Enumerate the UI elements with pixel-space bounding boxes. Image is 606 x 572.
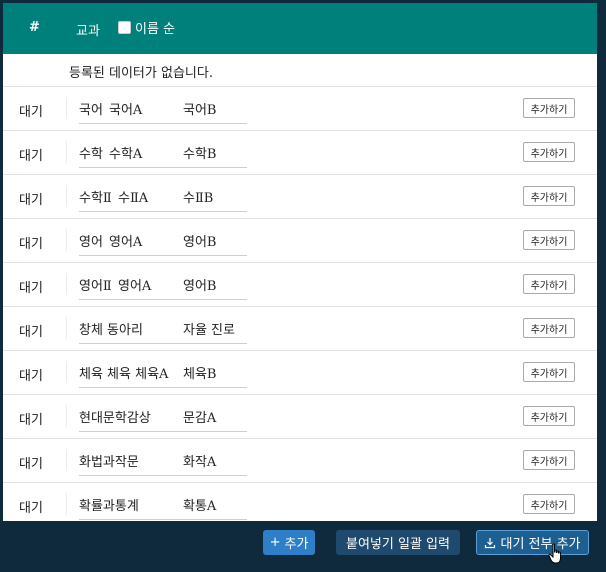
plus-icon: + bbox=[269, 535, 281, 550]
subject-input[interactable]: 확률과통계 확통A bbox=[79, 494, 247, 520]
add-row-button[interactable]: 추가하기 bbox=[523, 186, 575, 206]
table-body: 대기 국어 국어A 국어B 추가하기 대기 수학 수학A 수학B 추가하기 대기 수학Ⅱ 수ⅡA 수ⅡB 추… bbox=[3, 87, 597, 521]
row-status: 대기 bbox=[19, 105, 43, 120]
sort-label: 이름 순 bbox=[135, 22, 176, 37]
subject-name: 현대문학감상 bbox=[79, 411, 151, 426]
column-divider bbox=[66, 229, 67, 251]
paste-bulk-input-button[interactable]: 붙여넣기 일괄 입력 bbox=[336, 530, 460, 555]
table-row: 대기 영어 영어A 영어B 추가하기 bbox=[3, 219, 597, 263]
table-row: 대기 창체 동아리 자율 진로 추가하기 bbox=[3, 307, 597, 351]
footer-bar: + 추가 붙여넣기 일괄 입력 대기 전부 추가 bbox=[0, 521, 606, 572]
table-row: 대기 화법과작문 화작A 추가하기 bbox=[3, 439, 597, 483]
subject-code: 수학B bbox=[183, 147, 217, 162]
subject-input[interactable]: 화법과작문 화작A bbox=[79, 450, 247, 476]
sort-by-name-toggle[interactable]: 이름 순 bbox=[118, 18, 175, 37]
add-row-button[interactable]: 추가하기 bbox=[523, 142, 575, 162]
subject-input[interactable]: 영어 영어A 영어B bbox=[79, 230, 247, 256]
subject-name: 영어 bbox=[79, 235, 103, 250]
subject-name: 화법과작문 bbox=[79, 455, 139, 470]
subject-code: 확통A bbox=[183, 499, 217, 514]
column-divider bbox=[66, 317, 67, 339]
subject-name: 영어Ⅱ bbox=[79, 279, 112, 294]
add-button[interactable]: + 추가 bbox=[263, 530, 315, 555]
row-status: 대기 bbox=[19, 237, 43, 252]
subject-short: 영어A bbox=[118, 279, 152, 294]
row-status: 대기 bbox=[19, 501, 43, 516]
subject-code: 체육B bbox=[183, 367, 217, 382]
row-status: 대기 bbox=[19, 281, 43, 296]
add-row-button[interactable]: 추가하기 bbox=[523, 318, 575, 338]
column-number-header: # bbox=[29, 20, 40, 35]
subject-short: 수ⅡA bbox=[118, 191, 149, 206]
add-row-button[interactable]: 추가하기 bbox=[523, 406, 575, 426]
subject-code: 수ⅡB bbox=[183, 191, 214, 206]
add-row-button[interactable]: 추가하기 bbox=[523, 230, 575, 250]
add-all-waiting-button[interactable]: 대기 전부 추가 bbox=[476, 530, 589, 555]
row-status: 대기 bbox=[19, 369, 43, 384]
column-divider bbox=[66, 493, 67, 515]
subject-input[interactable]: 현대문학감상 문감A bbox=[79, 406, 247, 432]
row-status: 대기 bbox=[19, 325, 43, 340]
table-row: 대기 체육 체육 체육A 체육B 추가하기 bbox=[3, 351, 597, 395]
subject-input[interactable]: 영어Ⅱ 영어A 영어B bbox=[79, 274, 247, 300]
subject-name: 수학Ⅱ bbox=[79, 191, 112, 206]
table-row: 대기 수학 수학A 수학B 추가하기 bbox=[3, 131, 597, 175]
subject-code: 영어B bbox=[183, 279, 217, 294]
add-row-button[interactable]: 추가하기 bbox=[523, 98, 575, 118]
sort-checkbox[interactable] bbox=[118, 21, 131, 34]
paste-button-label: 붙여넣기 일괄 입력 bbox=[346, 537, 450, 552]
column-divider bbox=[66, 141, 67, 163]
column-divider bbox=[66, 185, 67, 207]
subject-table-panel: # 교과 이름 순 등록된 데이터가 없습니다. 대기 국어 국어A 국어B 추가하기 대… bbox=[3, 3, 597, 521]
subject-short: 영어A bbox=[109, 235, 143, 250]
row-status: 대기 bbox=[19, 457, 43, 472]
add-row-button[interactable]: 추가하기 bbox=[523, 450, 575, 470]
add-button-label: 추가 bbox=[284, 537, 309, 552]
subject-input[interactable]: 창체 동아리 자율 진로 bbox=[79, 318, 247, 344]
empty-state-row: 등록된 데이터가 없습니다. bbox=[3, 54, 597, 87]
column-divider bbox=[66, 97, 67, 119]
row-status: 대기 bbox=[19, 413, 43, 428]
row-status: 대기 bbox=[19, 149, 43, 164]
hand-pointer-cursor-icon bbox=[548, 543, 561, 564]
download-icon bbox=[485, 537, 496, 548]
subject-code: 문감A bbox=[183, 411, 217, 426]
column-divider bbox=[66, 405, 67, 427]
row-status: 대기 bbox=[19, 193, 43, 208]
subject-name: 체육 체육 체육A bbox=[79, 367, 169, 382]
subject-input[interactable]: 체육 체육 체육A 체육B bbox=[79, 362, 247, 388]
table-row: 대기 영어Ⅱ 영어A 영어B 추가하기 bbox=[3, 263, 597, 307]
empty-message: 등록된 데이터가 없습니다. bbox=[69, 66, 213, 81]
column-subject-header: 교과 bbox=[76, 24, 100, 39]
add-row-button[interactable]: 추가하기 bbox=[523, 362, 575, 382]
table-row: 대기 수학Ⅱ 수ⅡA 수ⅡB 추가하기 bbox=[3, 175, 597, 219]
subject-short: 수학A bbox=[109, 147, 143, 162]
add-all-button-label: 대기 전부 추가 bbox=[500, 537, 581, 552]
table-row: 대기 현대문학감상 문감A 추가하기 bbox=[3, 395, 597, 439]
column-divider bbox=[66, 273, 67, 295]
add-row-button[interactable]: 추가하기 bbox=[523, 494, 575, 514]
subject-code: 영어B bbox=[183, 235, 217, 250]
table-row: 대기 국어 국어A 국어B 추가하기 bbox=[3, 87, 597, 131]
subject-short: 국어A bbox=[109, 103, 143, 118]
subject-code: 자율 진로 bbox=[183, 323, 235, 338]
table-header: # 교과 이름 순 bbox=[3, 3, 597, 54]
subject-code: 화작A bbox=[183, 455, 217, 470]
subject-input[interactable]: 국어 국어A 국어B bbox=[79, 98, 247, 124]
subject-input[interactable]: 수학Ⅱ 수ⅡA 수ⅡB bbox=[79, 186, 247, 212]
subject-name: 창체 동아리 bbox=[79, 323, 143, 338]
subject-name: 수학 bbox=[79, 147, 103, 162]
subject-input[interactable]: 수학 수학A 수학B bbox=[79, 142, 247, 168]
subject-name: 국어 bbox=[79, 103, 103, 118]
subject-code: 국어B bbox=[183, 103, 217, 118]
subject-name: 확률과통계 bbox=[79, 499, 139, 514]
column-divider bbox=[66, 361, 67, 383]
table-row: 대기 확률과통계 확통A 추가하기 bbox=[3, 483, 597, 521]
add-row-button[interactable]: 추가하기 bbox=[523, 274, 575, 294]
column-divider bbox=[66, 449, 67, 471]
